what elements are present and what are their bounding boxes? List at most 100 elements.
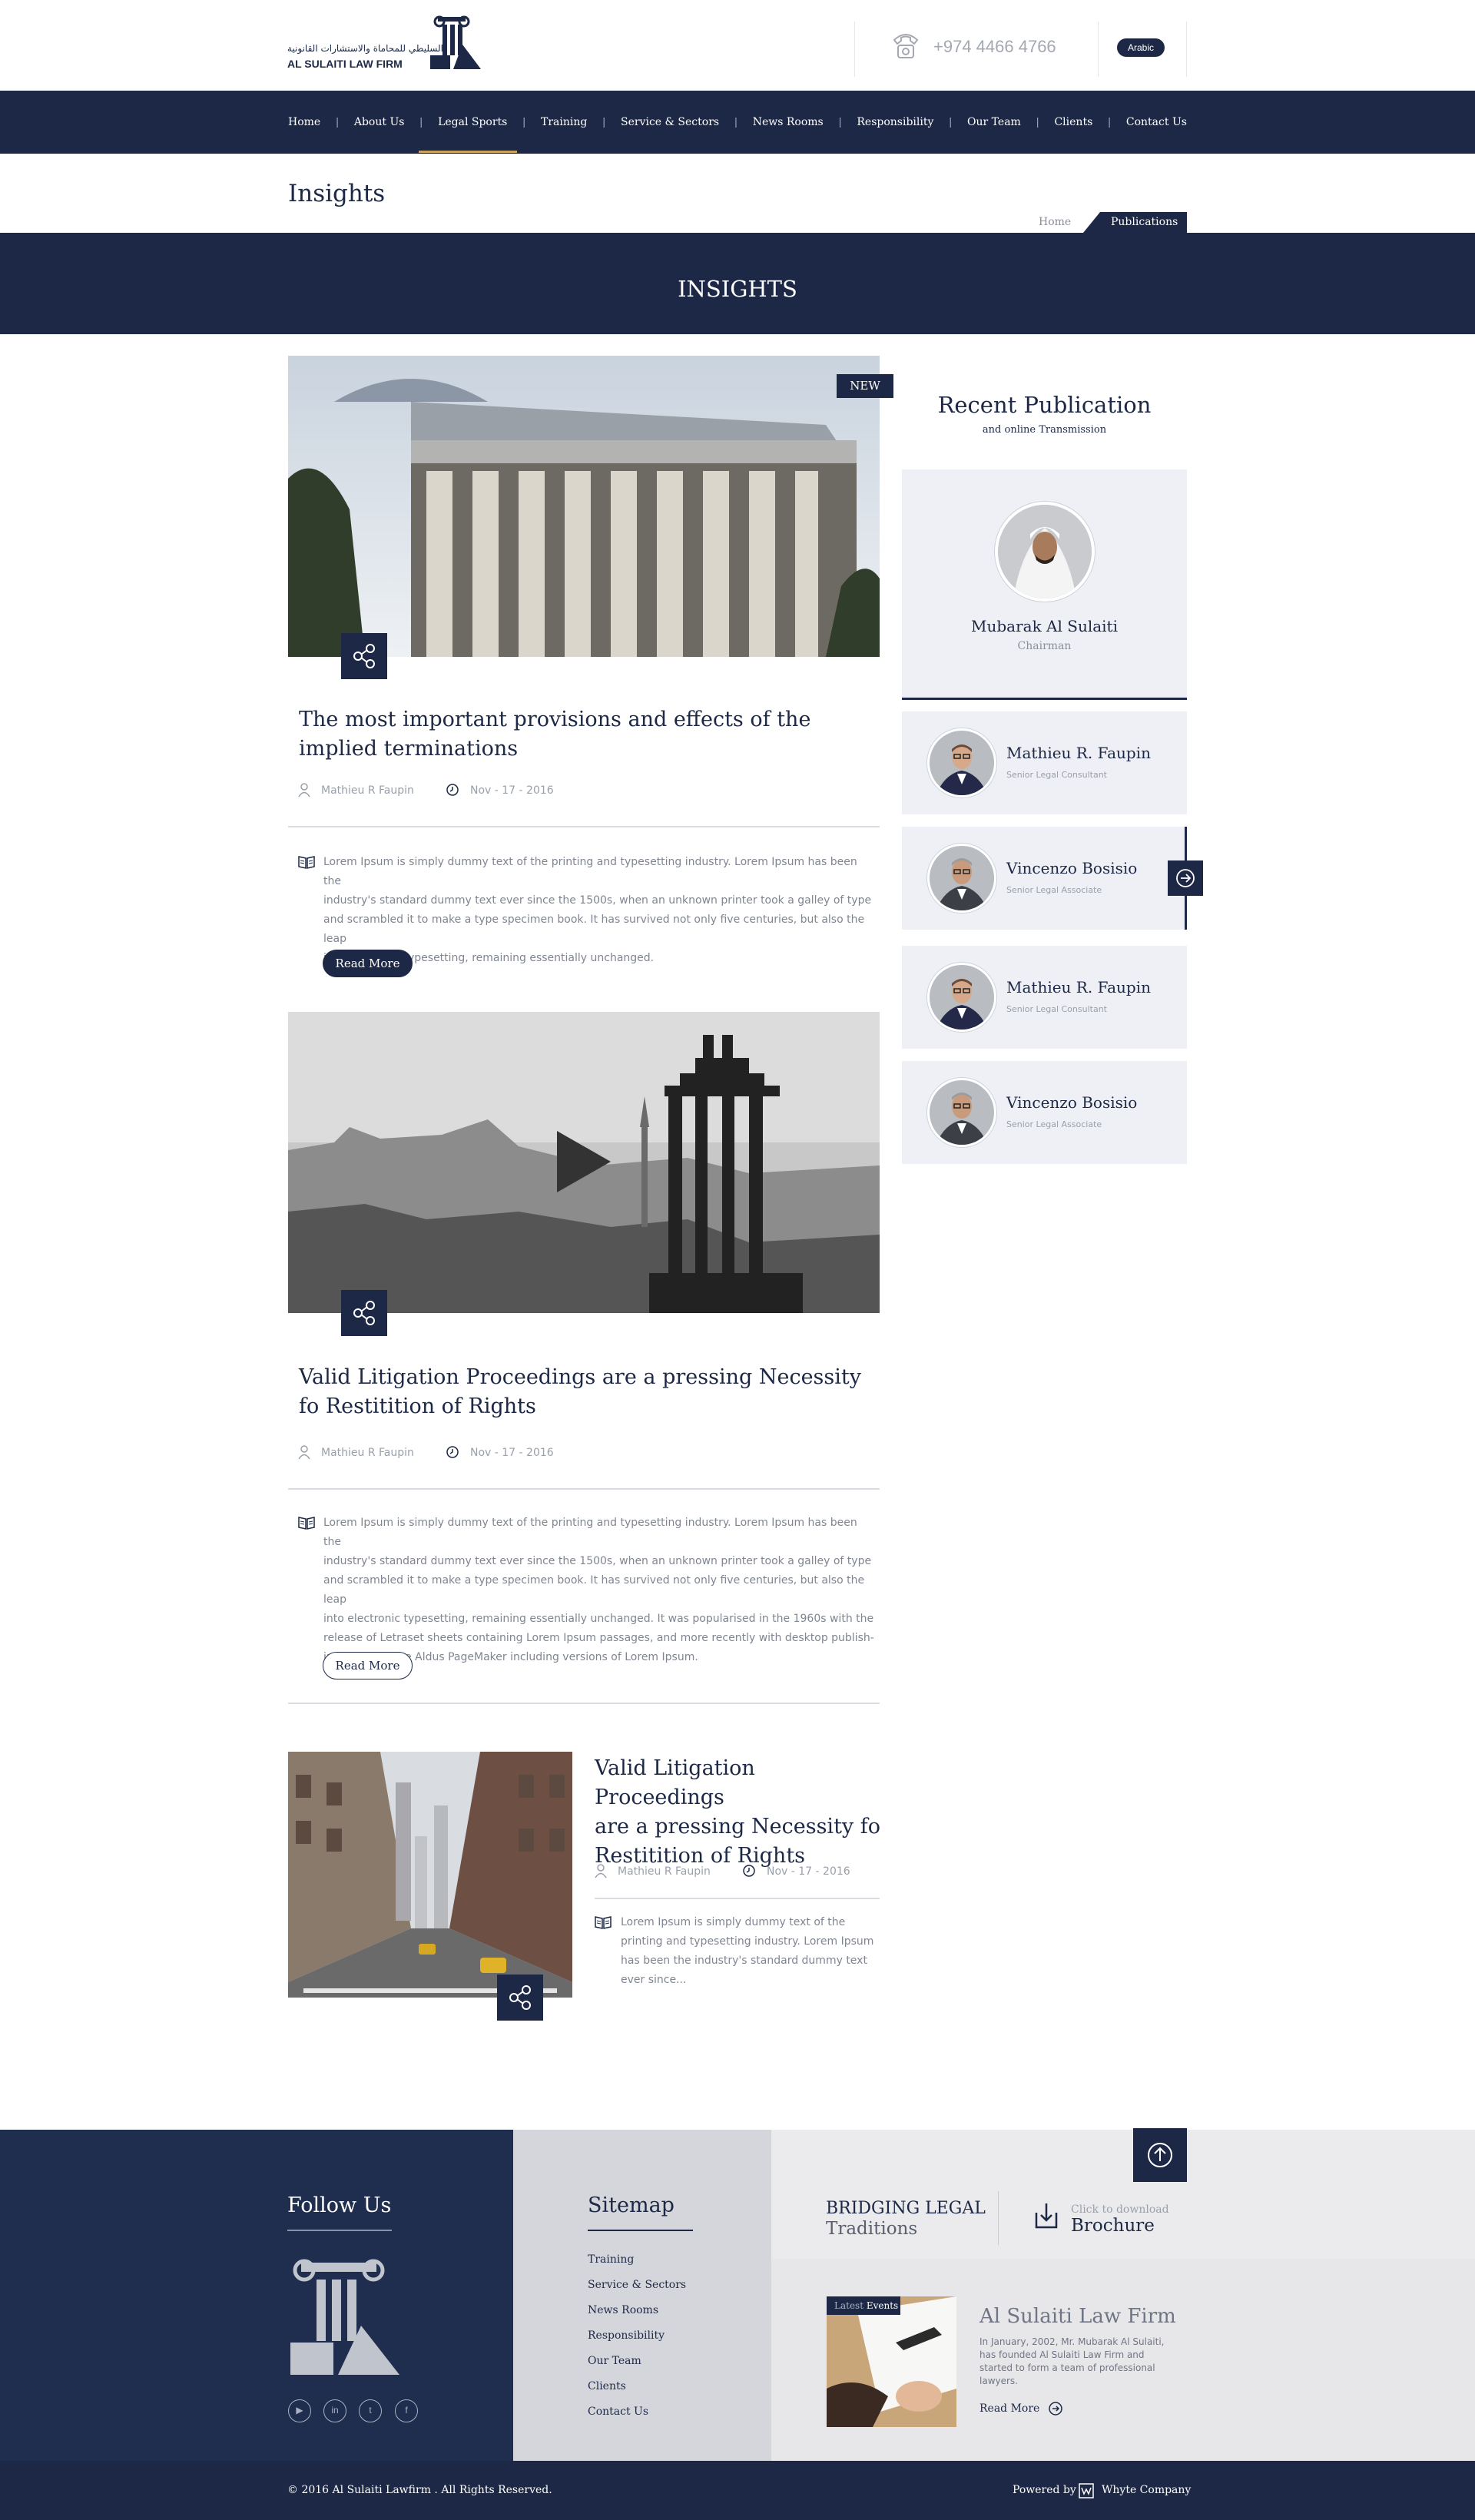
brochure-link[interactable]: Brochure bbox=[1071, 2216, 1155, 2236]
author-icon bbox=[595, 1864, 607, 1878]
article-excerpt: Lorem Ipsum is simply dummy text of the … bbox=[323, 1514, 877, 1667]
breadcrumb-home[interactable]: Home bbox=[1039, 216, 1071, 228]
article-author[interactable]: Mathieu R Faupin bbox=[321, 784, 414, 797]
linkedin-icon[interactable]: in bbox=[323, 2399, 346, 2422]
clock-icon bbox=[743, 1865, 755, 1877]
facebook-icon[interactable]: f bbox=[395, 2399, 418, 2422]
member-arrow-button[interactable] bbox=[1168, 860, 1203, 896]
main-nav: Home | About Us | Legal Sports | Training | Serv… bbox=[0, 91, 1475, 154]
footer-logo-icon bbox=[290, 2259, 399, 2375]
divider bbox=[288, 1488, 880, 1490]
member-avatar bbox=[927, 844, 996, 913]
nav-item-legal-sports[interactable]: Legal Sports bbox=[438, 116, 507, 128]
article-date: Nov - 17 - 2016 bbox=[767, 1865, 850, 1878]
logo-arabic-text: السليطي للمحاماة والاستشارات القانونية bbox=[287, 43, 444, 54]
copyright-text: © 2016 Al Sulaiti Lawfirm . All Rights R… bbox=[287, 2484, 552, 2496]
title-line: are a pressing Necessity fo bbox=[595, 1815, 881, 1839]
divider bbox=[288, 826, 880, 827]
nav-item-about-us[interactable]: About Us bbox=[354, 116, 405, 128]
excerpt-line: industry's standard dummy text ever sinc… bbox=[323, 894, 872, 907]
sitemap-link-team[interactable]: Our Team bbox=[588, 2355, 641, 2367]
member-role: Senior Legal Associate bbox=[1006, 885, 1102, 895]
article-video-thumbnail[interactable] bbox=[288, 1012, 880, 1313]
nav-separator: | bbox=[949, 116, 953, 128]
nav-item-training[interactable]: Training bbox=[541, 116, 587, 128]
sitemap-link-clients[interactable]: Clients bbox=[588, 2380, 626, 2392]
sitemap-link-responsibility[interactable]: Responsibility bbox=[588, 2329, 665, 2342]
article-image-temple[interactable] bbox=[288, 356, 880, 657]
banner-title: INSIGHTS bbox=[678, 276, 797, 302]
nav-item-news-rooms[interactable]: News Rooms bbox=[753, 116, 824, 128]
book-icon bbox=[298, 1517, 315, 1530]
article-author[interactable]: Mathieu R Faupin bbox=[618, 1865, 711, 1878]
insights-banner: INSIGHTS bbox=[0, 233, 1475, 334]
nav-item-responsibility[interactable]: Responsibility bbox=[857, 116, 933, 128]
article-title[interactable]: Valid Litigation Proceedings are a press… bbox=[595, 1754, 887, 1871]
nav-item-contact-us[interactable]: Contact Us bbox=[1126, 116, 1187, 128]
badge-events: Events bbox=[866, 2300, 899, 2311]
member-name[interactable]: Mathieu R. Faupin bbox=[1006, 744, 1151, 762]
member-name[interactable]: Mathieu R. Faupin bbox=[1006, 978, 1151, 996]
member-name[interactable]: Vincenzo Bosisio bbox=[1006, 1093, 1137, 1112]
excerpt-line: has been the industry's standard dummy t… bbox=[621, 1955, 867, 1967]
event-read-more-label: Read More bbox=[979, 2402, 1040, 2415]
article-image-street[interactable] bbox=[288, 1752, 572, 1998]
divider bbox=[288, 1703, 880, 1704]
article-author[interactable]: Mathieu R Faupin bbox=[321, 1447, 414, 1459]
logo-name[interactable]: AL SULAITI LAW FIRM bbox=[287, 58, 403, 70]
event-text: In January, 2002, Mr. Mubarak Al Sulaiti… bbox=[979, 2336, 1165, 2386]
badge-latest: Latest bbox=[834, 2300, 864, 2311]
member-role: Senior Legal Consultant bbox=[1006, 1004, 1107, 1014]
excerpt-line: into electronic typesetting, remaining e… bbox=[323, 1613, 874, 1625]
language-button[interactable]: Arabic bbox=[1117, 38, 1165, 57]
share-button[interactable] bbox=[341, 1290, 387, 1336]
read-more-button[interactable]: Read More bbox=[323, 950, 413, 977]
arrow-up-icon bbox=[1148, 2143, 1172, 2167]
bridging-subtitle: Traditions bbox=[826, 2219, 918, 2239]
chairman-name[interactable]: Mubarak Al Sulaiti bbox=[902, 617, 1187, 635]
article-title[interactable]: Valid Litigation Proceedings are a press… bbox=[299, 1363, 867, 1421]
header-divider bbox=[1098, 22, 1099, 77]
share-icon bbox=[353, 644, 375, 668]
phone-number[interactable]: +974 4466 4766 bbox=[933, 37, 1056, 57]
download-icon[interactable] bbox=[1033, 2202, 1059, 2230]
share-button[interactable] bbox=[497, 1975, 543, 2021]
excerpt-line: Lorem Ipsum is simply dummy text of the bbox=[621, 1916, 846, 1928]
event-image[interactable] bbox=[827, 2296, 956, 2427]
nav-separator: | bbox=[602, 116, 606, 128]
nav-separator: | bbox=[419, 116, 423, 128]
nav-item-clients[interactable]: Clients bbox=[1054, 116, 1092, 128]
youtube-icon[interactable]: ▶ bbox=[288, 2399, 311, 2422]
company-link[interactable]: Whyte Company bbox=[1102, 2484, 1191, 2496]
read-more-button[interactable]: Read More bbox=[323, 1652, 413, 1679]
nav-separator: | bbox=[838, 116, 842, 128]
event-read-more[interactable]: Read More bbox=[979, 2401, 1063, 2416]
book-icon bbox=[595, 1916, 612, 1929]
excerpt-line: industry's standard dummy text ever sinc… bbox=[323, 1555, 872, 1567]
twitter-icon[interactable]: t bbox=[359, 2399, 382, 2422]
share-button[interactable] bbox=[341, 633, 387, 679]
article-date: Nov - 17 - 2016 bbox=[470, 784, 554, 797]
member-name[interactable]: Vincenzo Bosisio bbox=[1006, 859, 1137, 877]
latest-events-badge: Latest Events bbox=[827, 2296, 900, 2315]
nav-separator: | bbox=[1036, 116, 1039, 128]
scroll-top-button[interactable] bbox=[1133, 2128, 1187, 2182]
sitemap-link-news[interactable]: News Rooms bbox=[588, 2304, 658, 2316]
member-role: Senior Legal Consultant bbox=[1006, 770, 1107, 780]
arrow-right-icon bbox=[1176, 869, 1195, 887]
member-avatar bbox=[927, 963, 996, 1032]
clock-icon bbox=[446, 1446, 459, 1458]
excerpt-line: ever since... bbox=[621, 1974, 687, 1986]
article-title[interactable]: The most important provisions and effect… bbox=[299, 705, 867, 764]
article-excerpt: Lorem Ipsum is simply dummy text of the … bbox=[621, 1913, 882, 1990]
logo-icon[interactable] bbox=[427, 14, 482, 72]
nav-item-service-sectors[interactable]: Service & Sectors bbox=[621, 116, 719, 128]
nav-item-our-team[interactable]: Our Team bbox=[967, 116, 1021, 128]
event-title[interactable]: Al Sulaiti Law Firm bbox=[979, 2305, 1176, 2328]
article-excerpt: Lorem Ipsum is simply dummy text of the … bbox=[323, 853, 877, 968]
sitemap-link-contact[interactable]: Contact Us bbox=[588, 2406, 648, 2418]
sitemap-link-services[interactable]: Service & Sectors bbox=[588, 2279, 686, 2291]
nav-item-home[interactable]: Home bbox=[288, 116, 320, 128]
sitemap-link-training[interactable]: Training bbox=[588, 2253, 634, 2266]
excerpt-line: release of Letraset sheets containing Lo… bbox=[323, 1632, 874, 1644]
